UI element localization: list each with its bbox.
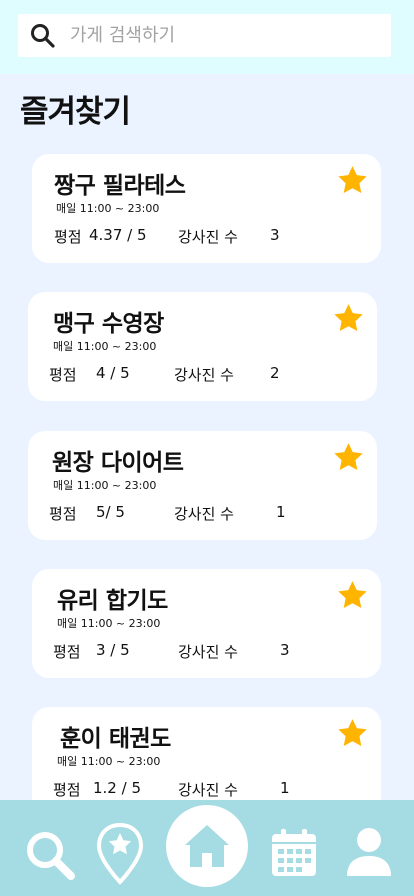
search-input[interactable] bbox=[70, 25, 370, 46]
store-name: 짱구 필라테스 bbox=[54, 173, 186, 199]
favorite-card[interactable]: 맹구 수영장 매일 11:00 ~ 23:00 평점 4 / 5 강사진 수 2 bbox=[28, 292, 377, 401]
store-hours: 매일 11:00 ~ 23:00 bbox=[56, 202, 160, 215]
store-hours: 매일 11:00 ~ 23:00 bbox=[53, 340, 157, 353]
favorite-card[interactable]: 유리 합기도 매일 11:00 ~ 23:00 평점 3 / 5 강사진 수 3 bbox=[32, 569, 381, 678]
favorite-card[interactable]: 짱구 필라테스 매일 11:00 ~ 23:00 평점 4.37 / 5 강사진… bbox=[32, 154, 381, 263]
calendar-icon[interactable] bbox=[270, 828, 318, 878]
rating-value: 3 / 5 bbox=[96, 641, 130, 659]
instructor-label: 강사진 수 bbox=[178, 781, 238, 799]
map-pin-star-icon[interactable] bbox=[96, 822, 144, 886]
instructor-count: 2 bbox=[270, 364, 280, 382]
rating-value: 4.37 / 5 bbox=[89, 226, 147, 244]
instructor-label: 강사진 수 bbox=[178, 228, 238, 246]
star-icon[interactable] bbox=[336, 164, 369, 197]
store-hours: 매일 11:00 ~ 23:00 bbox=[57, 617, 161, 630]
page-title: 즐겨찾기 bbox=[20, 94, 131, 130]
instructor-label: 강사진 수 bbox=[178, 643, 238, 661]
instructor-label: 강사진 수 bbox=[174, 366, 234, 384]
store-name: 원장 다이어트 bbox=[52, 450, 184, 476]
user-icon[interactable] bbox=[344, 826, 394, 878]
rating-label: 평점 bbox=[53, 643, 81, 661]
rating-label: 평점 bbox=[53, 781, 81, 799]
rating-label: 평점 bbox=[49, 505, 77, 523]
star-icon[interactable] bbox=[336, 717, 369, 750]
rating-value: 1.2 / 5 bbox=[93, 779, 141, 797]
home-button[interactable] bbox=[166, 805, 248, 887]
star-icon[interactable] bbox=[336, 579, 369, 612]
search-icon bbox=[31, 23, 55, 48]
rating-value: 4 / 5 bbox=[96, 364, 130, 382]
search-icon[interactable] bbox=[24, 829, 78, 883]
rating-value: 5/ 5 bbox=[96, 503, 125, 521]
instructor-count: 3 bbox=[270, 226, 280, 244]
instructor-count: 3 bbox=[280, 641, 290, 659]
search-bar[interactable] bbox=[18, 14, 391, 57]
store-hours: 매일 11:00 ~ 23:00 bbox=[53, 479, 157, 492]
instructor-count: 1 bbox=[280, 779, 290, 797]
rating-label: 평점 bbox=[49, 366, 77, 384]
store-name: 유리 합기도 bbox=[57, 588, 168, 614]
star-icon[interactable] bbox=[332, 441, 365, 474]
store-hours: 매일 11:00 ~ 23:00 bbox=[57, 755, 161, 768]
instructor-label: 강사진 수 bbox=[174, 505, 234, 523]
store-name: 맹구 수영장 bbox=[53, 311, 164, 337]
store-name: 훈이 태권도 bbox=[60, 726, 171, 752]
star-icon[interactable] bbox=[332, 302, 365, 335]
rating-label: 평점 bbox=[54, 228, 82, 246]
instructor-count: 1 bbox=[276, 503, 286, 521]
favorite-card[interactable]: 원장 다이어트 매일 11:00 ~ 23:00 평점 5/ 5 강사진 수 1 bbox=[28, 431, 377, 540]
home-icon bbox=[185, 825, 229, 867]
